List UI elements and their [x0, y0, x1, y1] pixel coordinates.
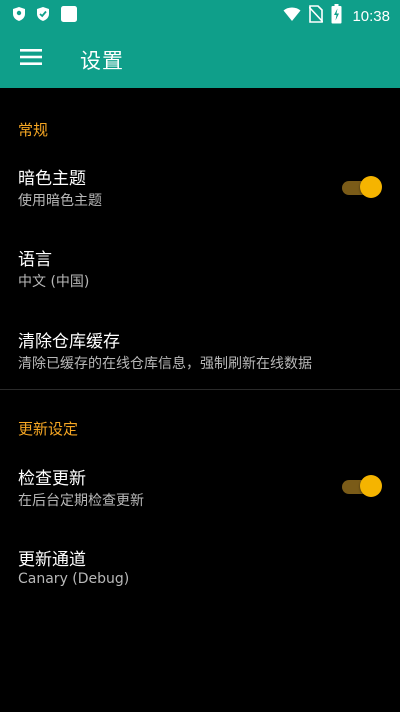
pref-dark-theme-summary: 使用暗色主题 [18, 193, 102, 209]
pref-language[interactable]: 语言 中文 (中国) [0, 245, 400, 315]
app-toolbar: 设置 [0, 30, 400, 88]
pref-clear-cache[interactable]: 清除仓库缓存 清除已缓存的在线仓库信息，强制刷新在线数据 [0, 327, 400, 397]
pref-language-title: 语言 [18, 250, 52, 270]
pref-check-update[interactable]: 检查更新 在后台定期检查更新 [0, 464, 400, 534]
pref-dark-theme[interactable]: 暗色主题 使用暗色主题 [0, 164, 400, 234]
hamburger-menu-icon [20, 49, 42, 69]
wifi-icon [283, 6, 301, 26]
status-time: 10:38 [352, 7, 390, 25]
pref-check-update-summary: 在后台定期检查更新 [18, 493, 144, 509]
dark-theme-switch[interactable] [342, 176, 382, 198]
switch-thumb [360, 176, 382, 198]
no-sim-icon [308, 5, 325, 27]
pref-update-channel[interactable]: 更新通道 Canary (Debug) [0, 545, 400, 615]
menu-button[interactable] [14, 43, 48, 75]
pref-update-channel-summary: Canary (Debug) [18, 571, 130, 587]
page-title: 设置 [80, 49, 124, 73]
pref-language-summary: 中文 (中国) [18, 274, 90, 290]
pref-clear-cache-title: 清除仓库缓存 [18, 332, 120, 352]
pref-clear-cache-summary: 清除已缓存的在线仓库信息，强制刷新在线数据 [18, 356, 312, 372]
status-right-icons: 10:38 [283, 4, 390, 28]
switch-thumb [360, 475, 382, 497]
pref-dark-theme-title: 暗色主题 [18, 169, 86, 189]
status-bar: 10:38 [0, 0, 400, 30]
check-update-switch[interactable] [342, 475, 382, 497]
status-left-icons [12, 5, 78, 27]
pref-check-update-title: 检查更新 [18, 469, 86, 489]
section-header-general: 常规 [18, 121, 49, 139]
section-divider [0, 389, 400, 390]
battery-charging-icon [331, 4, 342, 28]
shield-icon [12, 6, 26, 26]
security-badge-icon [36, 6, 50, 26]
section-header-update: 更新设定 [18, 420, 79, 438]
notification-square-icon [60, 5, 78, 27]
pref-update-channel-title: 更新通道 [18, 550, 86, 570]
